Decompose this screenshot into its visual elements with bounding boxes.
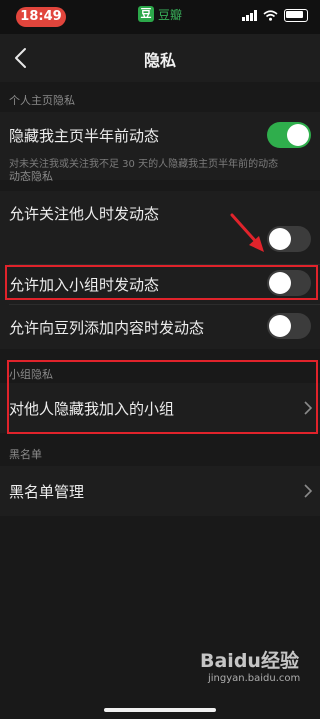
watermark-site: jingyan.baidu.com	[208, 673, 301, 684]
page-title: 隐私	[143, 51, 176, 70]
baidu-watermark: Baidu经验 jingyan.baidu.com	[200, 646, 310, 696]
row-label-follow: 允许关注他人时发动态	[9, 205, 160, 223]
douban-logo-icon: 豆	[138, 6, 154, 22]
toggle-knob	[269, 228, 291, 250]
chevron-right-icon	[304, 484, 313, 498]
watermark-brand: Baidu经验	[200, 650, 299, 672]
nav-bar: 隐私	[0, 34, 320, 82]
row-label: 隐藏我主页半年前动态	[9, 127, 160, 145]
highlight-join-group-row	[5, 265, 318, 300]
row-label-doulist: 允许向豆列添加内容时发动态	[9, 319, 205, 337]
home-indicator	[104, 708, 216, 712]
section-header-blacklist: 黑名单	[9, 448, 42, 461]
section-header-profile: 个人主页隐私	[9, 94, 75, 107]
wifi-icon	[263, 10, 278, 21]
hide-old-activity-toggle[interactable]	[267, 122, 311, 148]
app-name: 豆瓣	[158, 7, 183, 22]
toggle-knob	[269, 315, 291, 337]
cellular-signal-icon	[242, 10, 257, 21]
toggle-knob	[287, 124, 309, 146]
system-icons	[242, 9, 308, 22]
doulist-activity-toggle[interactable]	[267, 313, 311, 339]
row-label: 黑名单管理	[9, 483, 85, 501]
app-indicator: 豆 豆瓣	[138, 5, 182, 23]
follow-activity-toggle[interactable]	[267, 226, 311, 252]
row-blacklist-management[interactable]: 黑名单管理	[0, 466, 320, 516]
row-divider	[9, 304, 320, 305]
battery-icon	[284, 9, 308, 22]
status-time: 18:49	[16, 7, 66, 27]
red-arrow-icon	[230, 213, 264, 252]
status-bar: 18:49 豆 豆瓣	[0, 0, 320, 34]
highlight-group-privacy	[7, 360, 318, 434]
section-header-activity: 动态隐私	[9, 170, 53, 183]
